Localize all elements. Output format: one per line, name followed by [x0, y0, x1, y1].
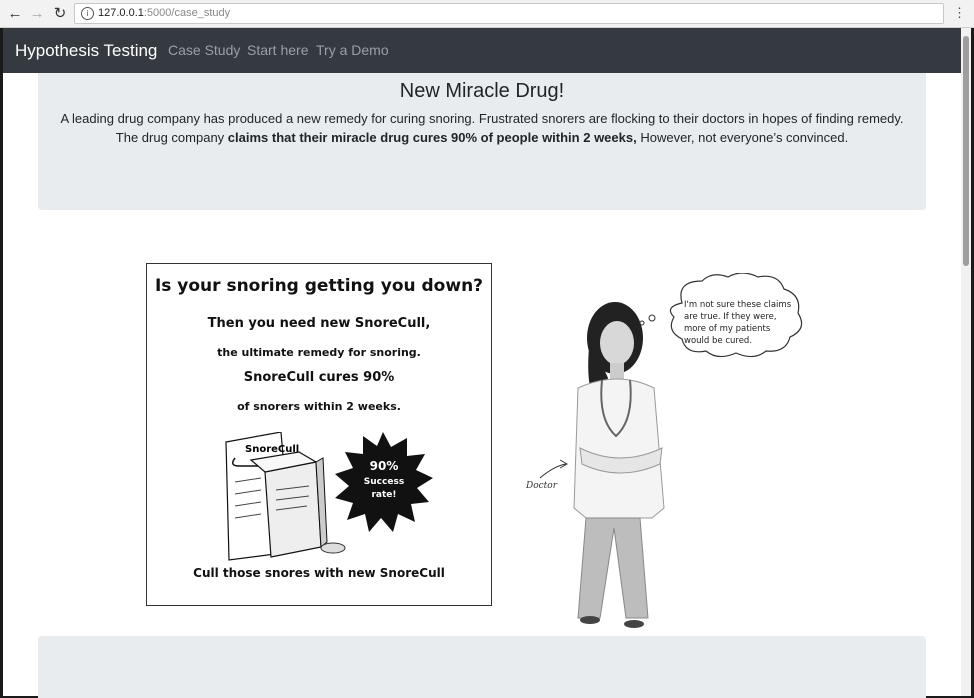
intro-line-2-pre: The drug company — [115, 130, 228, 145]
back-icon[interactable]: ← — [6, 5, 24, 23]
ad-line-4: of snorers within 2 weeks. — [237, 400, 401, 413]
url-path: /case_study — [171, 7, 231, 19]
nav-link-start-here[interactable]: Start here — [247, 42, 308, 58]
doctor-label: Doctor — [526, 481, 558, 491]
navbar-brand[interactable]: Hypothesis Testing — [15, 41, 157, 61]
intro-line-1: A leading drug company has produced a ne… — [60, 111, 904, 126]
address-bar[interactable]: i 127.0.0.1:5000/case_study — [74, 3, 944, 24]
browser-toolbar: ← → ↻ i 127.0.0.1:5000/case_study ⋮ — [0, 0, 974, 28]
forward-icon[interactable]: → — [28, 5, 46, 23]
url-port: :5000 — [143, 7, 172, 19]
intro-line-2: The drug company claims that their mirac… — [38, 128, 926, 147]
nav-link-try-a-demo[interactable]: Try a Demo — [316, 42, 389, 58]
snorecull-ad-image: Is your snoring getting you down? Then y… — [146, 263, 492, 606]
ad-line-2: the ultimate remedy for snoring. — [217, 346, 421, 359]
ad-line-3: SnoreCull cures 90% — [243, 370, 395, 385]
badge-success: Success — [364, 477, 404, 487]
url-host: 127.0.0.1 — [98, 7, 144, 19]
intro-claim: claims that their miracle drug cures 90%… — [227, 130, 637, 145]
reload-icon[interactable]: ↻ — [51, 5, 69, 23]
ad-footer: Cull those snores with new SnoreCull — [193, 566, 445, 580]
intro-text: A leading drug company has produced a ne… — [38, 109, 926, 147]
info-icon[interactable]: i — [81, 7, 94, 20]
intro-title: New Miracle Drug! — [399, 80, 565, 102]
ad-line-1: Then you need new SnoreCull, — [207, 316, 431, 331]
badge-rate: rate! — [371, 490, 396, 500]
nav-link-case-study[interactable]: Case Study — [168, 42, 240, 58]
browser-menu-icon[interactable]: ⋮ — [953, 6, 966, 20]
thought-bubble-text: I'm not sure these claims are true. If t… — [684, 300, 792, 346]
intro-line-2-post: However, not everyone’s convinced. — [636, 130, 849, 145]
scrollbar-thumb[interactable] — [963, 36, 969, 266]
intro-panel: New Miracle Drug! A leading drug company… — [38, 73, 926, 210]
ad-headline: Is your snoring getting you down? — [154, 276, 484, 296]
app-navbar: Hypothesis Testing Case Study Start here… — [3, 28, 961, 73]
url-text: 127.0.0.1:5000/case_study — [98, 7, 230, 19]
badge-percent: 90% — [370, 459, 399, 473]
product-illustration: SnoreCull 90% Success rate! — [225, 432, 433, 561]
next-panel — [38, 636, 926, 698]
